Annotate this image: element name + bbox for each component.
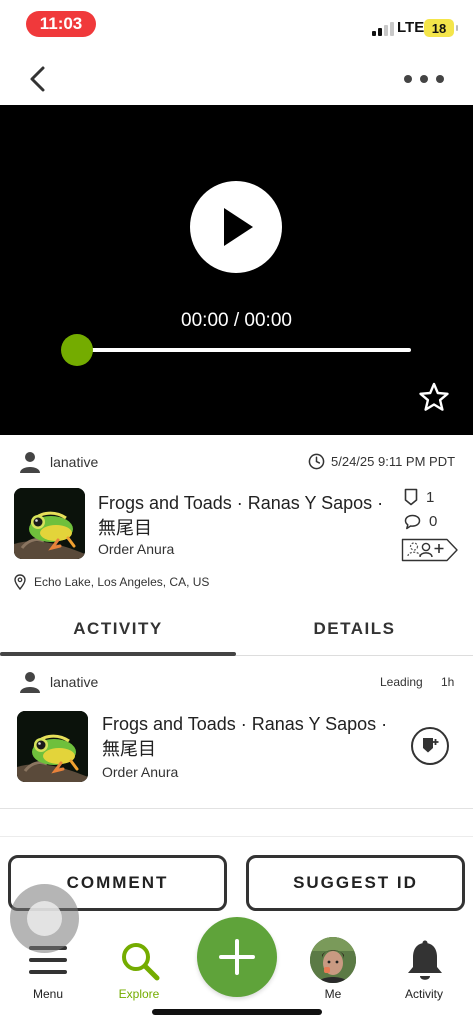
add-observation-button[interactable]	[197, 917, 277, 997]
taxon-name[interactable]: Frogs and Toads · Ranas Y Sapos · 無尾目	[98, 491, 398, 541]
user-icon	[20, 672, 40, 693]
activity-taxon-name[interactable]: Frogs and Toads · Ranas Y Sapos · 無尾目	[102, 712, 402, 762]
tab-activity[interactable]: ACTIVITY	[0, 604, 236, 654]
divider	[0, 836, 473, 837]
status-time: 11:03	[26, 11, 96, 37]
observer-row: lanative 5/24/25 9:11 PM PDT	[0, 446, 473, 480]
tab-bar: ACTIVITY DETAILS	[0, 604, 473, 656]
playback-time: 00:00 / 00:00	[181, 310, 292, 331]
activity-username[interactable]: lanative	[50, 674, 98, 690]
location-text: Echo Lake, Los Angeles, CA, US	[34, 575, 210, 589]
avatar	[310, 937, 356, 983]
back-icon	[30, 66, 45, 92]
more-button[interactable]	[404, 68, 444, 90]
back-button[interactable]	[24, 64, 54, 94]
activity-header: lanative Leading 1h	[0, 666, 473, 700]
plus-icon	[219, 939, 255, 975]
observer-username[interactable]: lanative	[50, 454, 98, 470]
play-button[interactable]	[190, 181, 282, 273]
taxon-summary[interactable]: Frogs and Toads · Ranas Y Sapos · 無尾目 Or…	[0, 488, 473, 568]
nav-activity[interactable]: Activity	[384, 920, 464, 1008]
id-count-value: 1	[426, 488, 435, 506]
agree-icon	[423, 738, 439, 753]
play-icon	[224, 208, 253, 246]
identification-count: 1	[404, 488, 434, 506]
user-icon	[20, 452, 40, 473]
leading-status: Leading	[380, 675, 423, 689]
more-icon	[404, 75, 412, 83]
divider	[0, 808, 473, 809]
progress-thumb[interactable]	[61, 334, 93, 366]
location-row[interactable]: Echo Lake, Los Angeles, CA, US	[14, 572, 209, 592]
nav-menu-label: Menu	[32, 987, 64, 1001]
suggest-id-button[interactable]: SUGGEST ID	[246, 855, 465, 911]
tag-icon	[401, 538, 458, 562]
header	[0, 52, 473, 104]
observation-date: 5/24/25 9:11 PM PDT	[331, 454, 456, 469]
nav-me-label: Me	[324, 987, 342, 1001]
star-icon	[419, 382, 449, 411]
taxon-photo[interactable]	[14, 488, 85, 559]
favorite-button[interactable]	[418, 381, 450, 413]
comment-icon	[404, 514, 421, 529]
activity-taxon-rank: Order Anura	[102, 764, 179, 780]
activity-taxon-photo[interactable]	[17, 711, 88, 782]
comment-count-value: 0	[429, 513, 438, 530]
activity-identification[interactable]: Frogs and Toads · Ranas Y Sapos · 無尾目 Or…	[0, 710, 473, 790]
comment-count: 0	[404, 513, 437, 530]
agree-button[interactable]	[411, 727, 449, 765]
nav-activity-label: Activity	[404, 987, 443, 1001]
id-icon	[404, 488, 418, 506]
taxon-rank: Order Anura	[98, 541, 175, 557]
sound-player: 00:00 / 00:00	[0, 105, 473, 435]
status-bar: 11:03 LTE 18	[0, 0, 473, 52]
nav-explore-label: Explore	[118, 987, 160, 1001]
add-id-tag-button[interactable]	[401, 538, 459, 562]
progress-track[interactable]	[76, 348, 411, 352]
home-indicator[interactable]	[152, 1009, 322, 1015]
network-label: LTE	[397, 19, 425, 36]
active-tab-indicator	[0, 652, 236, 656]
activity-age: 1h	[441, 675, 455, 689]
tab-details[interactable]: DETAILS	[236, 604, 473, 654]
search-icon	[122, 943, 160, 981]
signal-icon	[372, 22, 394, 36]
clock-icon	[308, 453, 325, 470]
location-icon	[14, 574, 26, 590]
bell-icon	[408, 940, 442, 980]
nav-explore[interactable]: Explore	[99, 920, 179, 1008]
assistive-touch-button[interactable]	[10, 884, 79, 953]
nav-me[interactable]: Me	[293, 920, 373, 1008]
battery-icon: 18	[424, 19, 458, 37]
